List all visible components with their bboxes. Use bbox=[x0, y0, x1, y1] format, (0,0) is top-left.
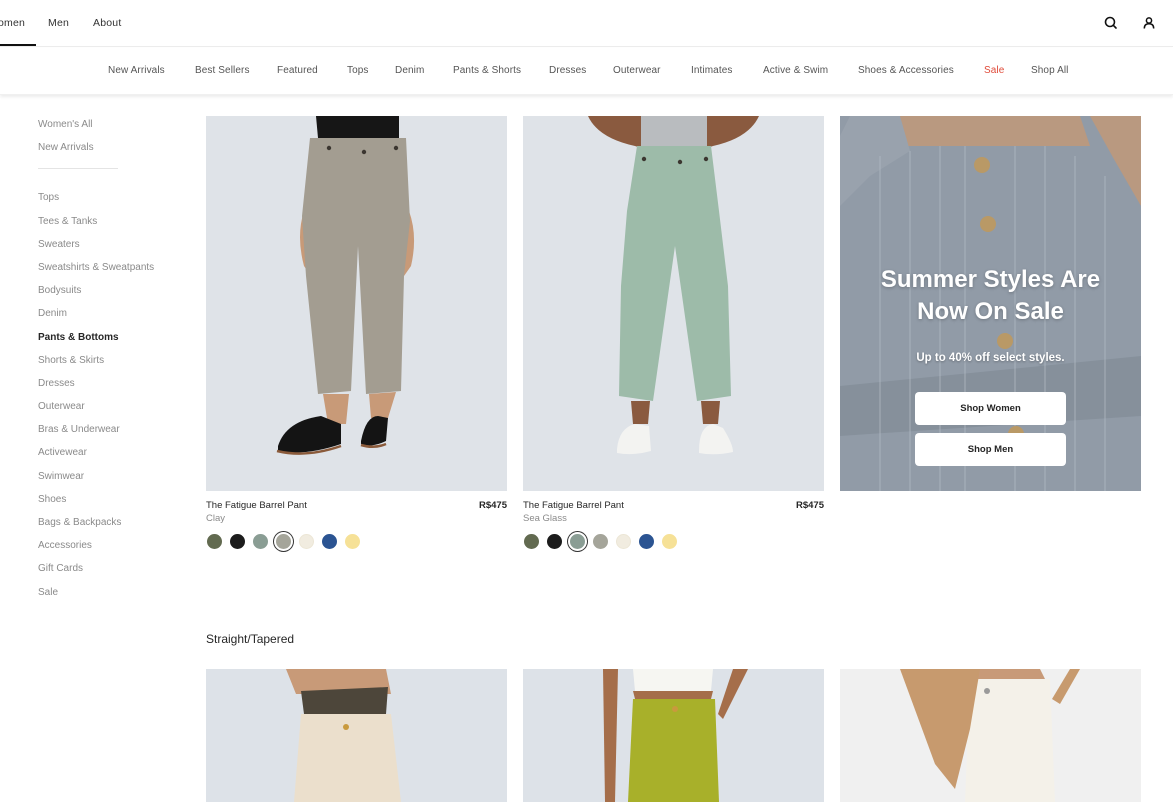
product-price: R$475 bbox=[479, 500, 507, 511]
product-price: R$475 bbox=[796, 500, 824, 511]
product-card[interactable]: The Fatigue Barrel Pant Sea Glass R$475 bbox=[523, 116, 824, 556]
sidebar-item-bras-underwear[interactable]: Bras & Underwear bbox=[38, 423, 188, 446]
category-nav: New Arrivals Best Sellers Featured Tops … bbox=[0, 48, 1173, 95]
product-color: Sea Glass bbox=[523, 513, 567, 524]
nav-pants-shorts[interactable]: Pants & Shorts bbox=[453, 65, 521, 76]
nav-active-swim[interactable]: Active & Swim bbox=[763, 65, 828, 76]
tab-women[interactable]: omen bbox=[0, 17, 25, 29]
product-thumbnail[interactable] bbox=[523, 669, 824, 802]
product-color: Clay bbox=[206, 513, 226, 524]
account-icon[interactable] bbox=[1139, 13, 1159, 33]
sidebar-item-new-arrivals[interactable]: New Arrivals bbox=[38, 141, 188, 164]
color-swatches bbox=[207, 534, 360, 549]
section-title: Straight/Tapered bbox=[206, 632, 295, 646]
sidebar: Women's All New Arrivals Tops Tees & Tan… bbox=[38, 118, 188, 609]
nav-featured[interactable]: Featured bbox=[277, 65, 318, 76]
active-tab-underline bbox=[0, 44, 36, 46]
nav-best-sellers[interactable]: Best Sellers bbox=[195, 65, 250, 76]
sidebar-item-bodysuits[interactable]: Bodysuits bbox=[38, 284, 188, 307]
nav-shop-all[interactable]: Shop All bbox=[1031, 65, 1069, 76]
color-swatch[interactable] bbox=[593, 534, 608, 549]
sidebar-item-sweatshirts[interactable]: Sweatshirts & Sweatpants bbox=[38, 261, 188, 284]
color-swatch[interactable] bbox=[524, 534, 539, 549]
nav-denim[interactable]: Denim bbox=[395, 65, 424, 76]
color-swatch[interactable] bbox=[230, 534, 245, 549]
product-title[interactable]: The Fatigue Barrel Pant bbox=[206, 500, 307, 511]
sidebar-item-accessories[interactable]: Accessories bbox=[38, 539, 188, 562]
product-image[interactable] bbox=[206, 116, 507, 491]
sidebar-item-tees-tanks[interactable]: Tees & Tanks bbox=[38, 215, 188, 238]
color-swatch[interactable] bbox=[322, 534, 337, 549]
sidebar-item-denim[interactable]: Denim bbox=[38, 307, 188, 330]
sidebar-item-shorts-skirts[interactable]: Shorts & Skirts bbox=[38, 354, 188, 377]
tab-about[interactable]: About bbox=[93, 17, 121, 29]
promo-subtext: Up to 40% off select styles. bbox=[916, 352, 1065, 364]
product-card[interactable]: The Fatigue Barrel Pant Clay R$475 bbox=[206, 116, 507, 556]
top-bar: omen Men About bbox=[0, 0, 1173, 47]
promo-headline: Summer Styles Are Now On Sale bbox=[840, 264, 1141, 328]
promo-headline-line1: Summer Styles Are bbox=[880, 266, 1101, 293]
sidebar-item-womens-all[interactable]: Women's All bbox=[38, 118, 188, 141]
sidebar-item-pants-bottoms[interactable]: Pants & Bottoms bbox=[38, 331, 188, 354]
promo-headline-line2: Now On Sale bbox=[917, 298, 1064, 325]
color-swatches bbox=[524, 534, 677, 549]
color-swatch[interactable] bbox=[616, 534, 631, 549]
color-swatch[interactable] bbox=[299, 534, 314, 549]
sidebar-item-outerwear[interactable]: Outerwear bbox=[38, 400, 188, 423]
sidebar-item-shoes[interactable]: Shoes bbox=[38, 493, 188, 516]
search-icon[interactable] bbox=[1101, 13, 1121, 33]
promo-banner: Summer Styles Are Now On Sale Up to 40% … bbox=[840, 116, 1141, 491]
color-swatch[interactable] bbox=[639, 534, 654, 549]
product-thumbnail[interactable] bbox=[206, 669, 507, 802]
nav-new-arrivals[interactable]: New Arrivals bbox=[108, 65, 165, 76]
shop-men-button[interactable]: Shop Men bbox=[915, 433, 1066, 466]
color-swatch[interactable] bbox=[253, 534, 268, 549]
sidebar-item-tops[interactable]: Tops bbox=[38, 191, 188, 214]
sidebar-item-dresses[interactable]: Dresses bbox=[38, 377, 188, 400]
color-swatch[interactable] bbox=[570, 534, 585, 549]
color-swatch[interactable] bbox=[662, 534, 677, 549]
color-swatch[interactable] bbox=[547, 534, 562, 549]
nav-intimates[interactable]: Intimates bbox=[691, 65, 732, 76]
sidebar-item-gift-cards[interactable]: Gift Cards bbox=[38, 562, 188, 585]
nav-outerwear[interactable]: Outerwear bbox=[613, 65, 661, 76]
product-title[interactable]: The Fatigue Barrel Pant bbox=[523, 500, 624, 511]
product-thumbnail[interactable] bbox=[840, 669, 1141, 802]
product-image[interactable] bbox=[523, 116, 824, 491]
sidebar-item-sale[interactable]: Sale bbox=[38, 586, 188, 609]
sidebar-divider bbox=[38, 168, 118, 170]
sidebar-item-sweaters[interactable]: Sweaters bbox=[38, 238, 188, 261]
color-swatch[interactable] bbox=[345, 534, 360, 549]
tab-men[interactable]: Men bbox=[48, 17, 69, 29]
nav-dresses[interactable]: Dresses bbox=[549, 65, 586, 76]
color-swatch[interactable] bbox=[207, 534, 222, 549]
shop-women-button[interactable]: Shop Women bbox=[915, 392, 1066, 425]
nav-shoes-accessories[interactable]: Shoes & Accessories bbox=[858, 65, 954, 76]
color-swatch[interactable] bbox=[276, 534, 291, 549]
sidebar-item-bags-backpacks[interactable]: Bags & Backpacks bbox=[38, 516, 188, 539]
sidebar-item-swimwear[interactable]: Swimwear bbox=[38, 470, 188, 493]
sidebar-item-activewear[interactable]: Activewear bbox=[38, 446, 188, 469]
nav-sale[interactable]: Sale bbox=[984, 65, 1004, 76]
nav-tops[interactable]: Tops bbox=[347, 65, 369, 76]
